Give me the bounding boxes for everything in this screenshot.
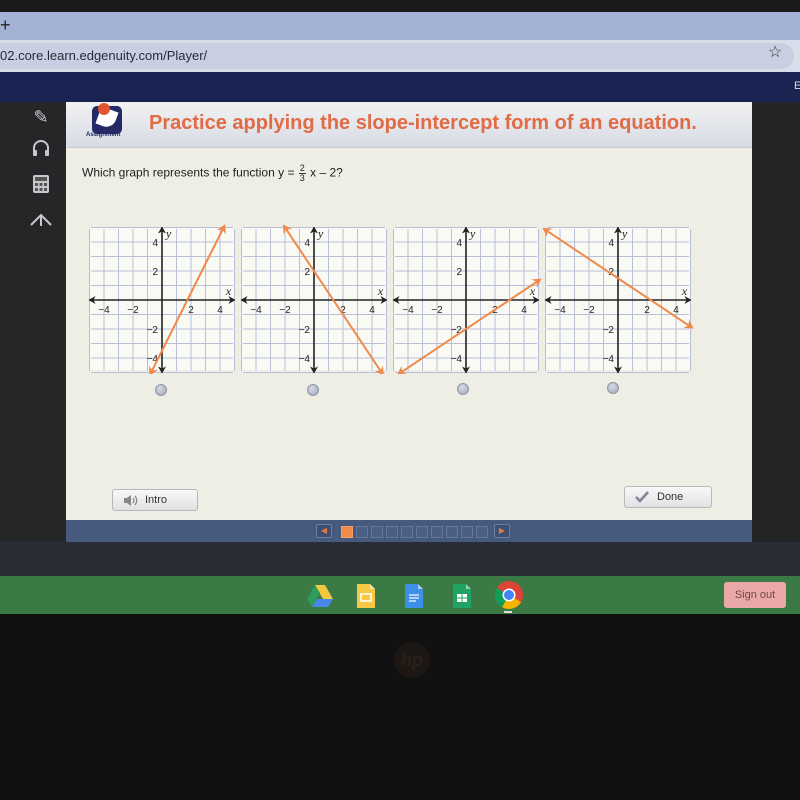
url-text: 02.core.learn.edgenuity.com/Player/ [0,48,208,63]
page-indicator-6[interactable] [416,526,428,538]
checkmark-icon [635,491,649,503]
next-page-button[interactable]: ▶ [494,524,510,538]
google-slides-icon[interactable] [356,583,376,609]
x-axis-label: x [377,284,384,298]
toolbar: 02.core.learn.edgenuity.com/Player/ ☆ [0,40,800,72]
chrome-running-indicator [504,611,512,613]
activity-title: Practice applying the slope-intercept fo… [149,112,697,134]
page-indicator-2[interactable] [356,526,368,538]
x-tick-label: −2 [583,305,595,316]
top-bezel [0,0,800,12]
y-tick-label: −2 [147,325,159,336]
question-text: Which graph represents the function y = … [82,164,343,183]
page-indicator-5[interactable] [401,526,413,538]
question-prefix: Which graph represents the function y = [82,165,295,180]
x-tick-label: 4 [369,305,375,316]
fraction-denominator: 3 [299,173,305,183]
new-tab-button[interactable]: + [0,14,14,36]
y-tick-label: 2 [152,267,158,278]
y-tick-label: 4 [152,238,158,249]
x-axis-label: x [225,284,232,298]
x-tick-label: −4 [250,305,262,316]
intro-button[interactable]: Intro [112,489,198,511]
radio-option-b[interactable] [307,384,319,396]
activity-panel: Assignment Practice applying the slope-i… [66,102,752,520]
x-tick-label: −2 [431,305,443,316]
radio-option-d[interactable] [607,382,619,394]
page-indicator-4[interactable] [386,526,398,538]
desktop-background [0,542,800,576]
headphones-icon[interactable] [28,138,54,160]
graph-option-b[interactable]: −4−4−2−22244xy [238,224,390,374]
y-tick-label: 2 [456,267,462,278]
y-axis-label: y [469,227,476,241]
calculator-icon[interactable] [28,174,54,196]
star-icon[interactable]: ☆ [768,42,782,62]
graph-option-c[interactable]: −4−4−2−22244xy [390,224,542,374]
header-menu-letter[interactable]: E [794,80,800,92]
assignment-label: Assignment [86,132,121,138]
y-tick-label: 4 [608,238,614,249]
x-tick-label: 2 [644,305,650,316]
y-tick-label: −4 [299,354,311,365]
google-drive-icon[interactable] [306,583,334,609]
right-background [752,102,800,542]
intro-label: Intro [145,494,168,506]
tab-strip [0,12,800,40]
pencil-icon[interactable]: ✎ [28,106,54,128]
sign-out-button[interactable]: Sign out [724,582,786,608]
x-tick-label: −2 [279,305,291,316]
x-tick-label: 2 [188,305,194,316]
y-axis-label: y [317,227,324,241]
screen: + 02.core.learn.edgenuity.com/Player/ ☆ … [0,0,800,800]
page-indicator-8[interactable] [446,526,458,538]
radio-option-a[interactable] [155,384,167,396]
y-tick-label: −2 [603,325,615,336]
laptop-bezel: hp [0,614,800,800]
y-tick-label: 4 [456,238,462,249]
y-axis-label: y [165,227,172,241]
app-header: E [0,72,800,102]
address-bar[interactable]: 02.core.learn.edgenuity.com/Player/ [0,43,794,69]
google-sheets-icon[interactable] [452,583,472,609]
x-axis-label: x [681,284,688,298]
graph-option-d[interactable]: −4−4−2−22244xy [542,224,694,374]
question-suffix: x – 2? [310,165,343,180]
page-indicator-7[interactable] [431,526,443,538]
google-docs-icon[interactable] [404,583,424,609]
arrow-up-icon[interactable] [28,210,54,232]
google-chrome-icon[interactable] [494,580,524,610]
y-tick-label: 2 [304,267,310,278]
activity-header: Assignment Practice applying the slope-i… [66,102,752,148]
radio-option-c[interactable] [457,383,469,395]
page-navigation: ◀ ▶ [66,520,752,542]
page-indicator-3[interactable] [371,526,383,538]
y-tick-label: −4 [451,354,463,365]
y-tick-label: 4 [304,238,310,249]
y-axis-label: y [621,227,628,241]
x-tick-label: −2 [127,305,139,316]
hp-logo: hp [394,642,430,678]
fraction: 2 3 [298,164,306,183]
page-indicator-9[interactable] [461,526,473,538]
graph-option-a[interactable]: −4−4−2−22244xy [86,224,238,374]
x-tick-label: 4 [217,305,223,316]
x-tick-label: 4 [521,305,527,316]
page-indicator-1[interactable] [341,526,353,538]
assignment-icon [92,103,122,134]
done-button[interactable]: Done [624,486,712,508]
prev-page-button[interactable]: ◀ [316,524,332,538]
x-tick-label: −4 [402,305,414,316]
y-tick-label: −2 [299,325,311,336]
speaker-icon [124,495,138,506]
y-tick-label: −4 [603,354,615,365]
page-indicator-10[interactable] [476,526,488,538]
x-tick-label: −4 [554,305,566,316]
x-tick-label: 4 [673,305,679,316]
x-tick-label: −4 [98,305,110,316]
done-label: Done [657,491,684,503]
chromeos-shelf [0,576,800,614]
tool-rail: ✎ [0,102,66,542]
